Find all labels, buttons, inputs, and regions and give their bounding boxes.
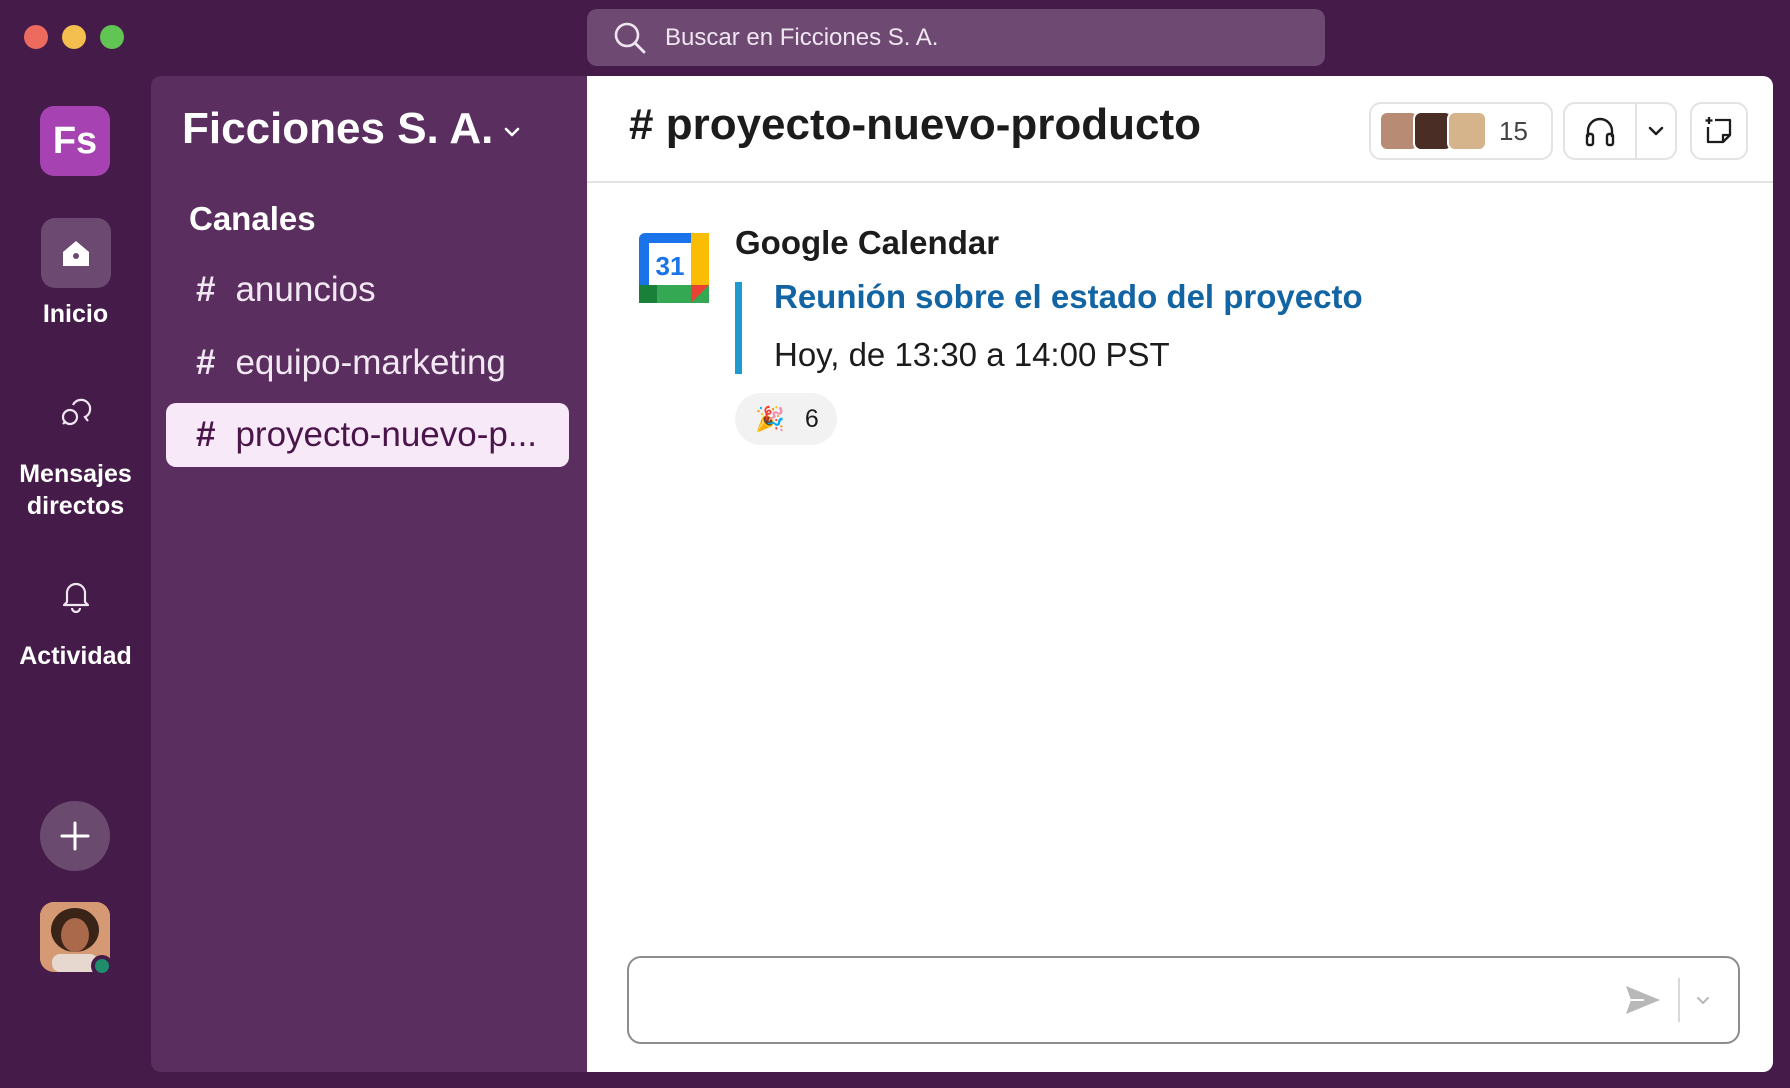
event-attachment: Reunión sobre el estado del proyecto Hoy… <box>735 278 1363 374</box>
party-popper-icon: 🎉 <box>755 405 785 433</box>
huddle-options-button[interactable] <box>1637 121 1675 141</box>
canvas-icon <box>1705 117 1732 144</box>
message-author[interactable]: Google Calendar <box>735 224 999 262</box>
channels-section-label[interactable]: Canales <box>189 200 316 238</box>
members-button[interactable]: 15 <box>1369 102 1553 160</box>
home-icon <box>40 218 111 288</box>
search-icon <box>614 22 646 53</box>
channel-title[interactable]: # proyecto-nuevo-producto <box>629 100 1201 150</box>
rail-label-home: Inicio <box>42 300 109 328</box>
search-bar[interactable]: Buscar en Ficciones S. A. <box>587 9 1325 66</box>
google-calendar-logo[interactable]: 31 <box>639 233 709 303</box>
channel-label: proyecto-nuevo-p... <box>235 415 538 454</box>
dm-icon <box>41 378 111 448</box>
chevron-down-icon[interactable] <box>1694 991 1712 1009</box>
huddle-button-group <box>1563 102 1677 160</box>
add-button[interactable] <box>40 801 110 871</box>
workspace-name: Ficciones S. A. <box>182 104 494 153</box>
event-title-link[interactable]: Reunión sobre el estado del proyecto <box>774 278 1363 316</box>
rail-label-dms: Mensajes directos <box>19 460 132 520</box>
channel-view: # proyecto-nuevo-producto 15 31 Google C… <box>587 76 1773 1072</box>
rail-item-activity[interactable]: Actividad <box>0 560 151 672</box>
chevron-down-icon <box>1648 126 1664 136</box>
event-time: Hoy, de 13:30 a 14:00 PST <box>774 336 1170 373</box>
rail-item-home[interactable]: Inicio <box>0 218 151 330</box>
window-controls <box>24 25 124 49</box>
zoom-window-button[interactable] <box>100 25 124 49</box>
huddle-button[interactable] <box>1565 104 1637 158</box>
close-window-button[interactable] <box>24 25 48 49</box>
minimize-window-button[interactable] <box>62 25 86 49</box>
channel-hash-icon: # <box>196 270 216 309</box>
reaction-count: 6 <box>804 404 819 433</box>
member-avatar <box>1447 111 1487 151</box>
channel-label: anuncios <box>235 270 376 309</box>
channel-hash-icon: # <box>196 415 216 454</box>
channel-hash-icon: # <box>196 343 216 382</box>
canvas-button[interactable] <box>1690 102 1748 160</box>
headphones-icon <box>1585 117 1615 147</box>
app-window: Buscar en Ficciones S. A. Fs Inicio Mens… <box>0 0 1790 1088</box>
rail-label-activity: Actividad <box>19 642 132 670</box>
sidebar-channel-equipo-marketing[interactable]: # equipo-marketing <box>166 331 569 395</box>
calendar-day: 31 <box>656 251 685 281</box>
send-divider <box>1678 978 1680 1022</box>
channel-sidebar: Ficciones S. A. Canales # anuncios # equ… <box>151 76 587 1072</box>
channel-label: equipo-marketing <box>235 343 506 382</box>
members-count: 15 <box>1499 115 1528 146</box>
bell-icon <box>41 560 111 630</box>
channel-header: # proyecto-nuevo-producto 15 <box>587 76 1773 183</box>
reaction-pill[interactable]: 🎉 6 <box>735 393 837 445</box>
presence-indicator <box>91 955 113 977</box>
message-composer[interactable] <box>627 956 1740 1044</box>
send-controls <box>1624 978 1712 1022</box>
rail-item-dms[interactable]: Mensajes directos <box>0 378 151 522</box>
workspace-logo[interactable]: Fs <box>40 106 110 176</box>
workspace-switcher[interactable]: Ficciones S. A. <box>182 104 523 154</box>
sidebar-channel-proyecto-nuevo-producto[interactable]: # proyecto-nuevo-p... <box>166 403 569 467</box>
sidebar-channel-anuncios[interactable]: # anuncios <box>166 258 569 322</box>
chevron-down-icon <box>505 127 520 137</box>
send-icon[interactable] <box>1624 983 1662 1017</box>
plus-icon <box>60 821 90 851</box>
search-placeholder: Buscar en Ficciones S. A. <box>665 23 939 51</box>
